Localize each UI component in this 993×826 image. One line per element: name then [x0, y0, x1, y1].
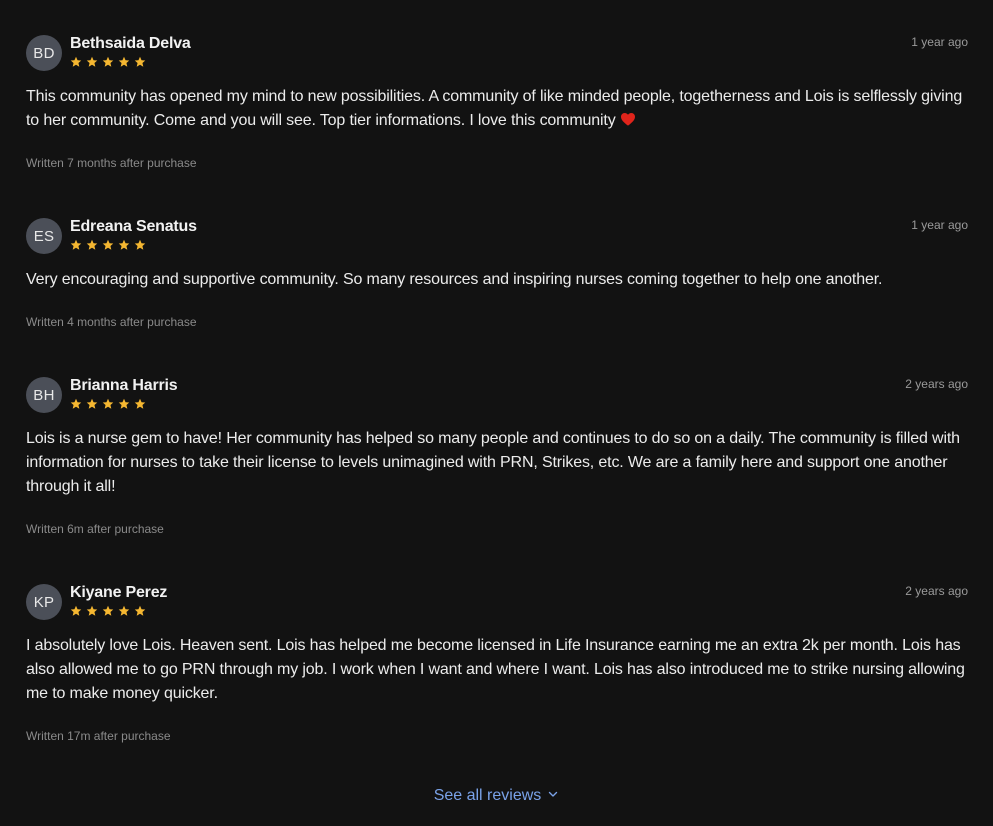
avatar: ES — [26, 218, 62, 254]
avatar: BD — [26, 35, 62, 71]
star-icon — [102, 398, 114, 409]
avatar: BH — [26, 377, 62, 413]
review-header: BD Bethsaida Delva 1 year ago — [26, 35, 968, 75]
reviews-list: BD Bethsaida Delva 1 year ago This commu… — [0, 0, 993, 826]
review-time: 1 year ago — [911, 35, 968, 49]
review-text: I absolutely love Lois. Heaven sent. Loi… — [26, 637, 965, 702]
star-icon — [118, 605, 130, 616]
star-icon — [86, 239, 98, 250]
review-card: ES Edreana Senatus 1 year ago Very encou… — [26, 218, 968, 329]
star-icon — [134, 56, 146, 67]
chevron-down-icon — [549, 791, 558, 797]
see-all-reviews-button[interactable]: See all reviews — [0, 787, 993, 805]
review-text: Very encouraging and supportive communit… — [26, 271, 883, 288]
reviewer-name: Brianna Harris — [70, 377, 178, 394]
written-after-purchase: Written 6m after purchase — [26, 522, 164, 536]
review-text-container: This community has opened my mind to new… — [26, 85, 968, 133]
star-icon — [118, 398, 130, 409]
star-icon — [134, 605, 146, 616]
review-time: 2 years ago — [905, 377, 968, 391]
star-icon — [70, 239, 82, 250]
review-header: KP Kiyane Perez 2 years ago — [26, 584, 968, 624]
review-text: This community has opened my mind to new… — [26, 88, 963, 129]
review-header: ES Edreana Senatus 1 year ago — [26, 218, 968, 258]
reviewer-name: Edreana Senatus — [70, 218, 197, 235]
star-rating — [70, 56, 146, 68]
review-header: BH Brianna Harris 2 years ago — [26, 377, 968, 417]
star-rating — [70, 239, 146, 251]
star-rating — [70, 398, 146, 410]
star-icon — [86, 398, 98, 409]
reviewer-name: Bethsaida Delva — [70, 35, 191, 52]
star-icon — [70, 398, 82, 409]
star-icon — [118, 239, 130, 250]
star-icon — [70, 56, 82, 67]
see-all-reviews-label: See all reviews — [433, 787, 542, 804]
review-text: Lois is a nurse gem to have! Her communi… — [26, 430, 960, 495]
reviewer-name: Kiyane Perez — [70, 584, 168, 601]
star-icon — [102, 605, 114, 616]
review-card: KP Kiyane Perez 2 years ago I absolutely… — [26, 584, 968, 743]
star-icon — [134, 239, 146, 250]
star-rating — [70, 605, 146, 617]
heart-icon — [620, 112, 635, 126]
star-icon — [102, 239, 114, 250]
written-after-purchase: Written 4 months after purchase — [26, 315, 197, 329]
written-after-purchase: Written 17m after purchase — [26, 729, 171, 743]
star-icon — [86, 605, 98, 616]
star-icon — [134, 398, 146, 409]
star-icon — [86, 56, 98, 67]
written-after-purchase: Written 7 months after purchase — [26, 156, 197, 170]
review-card: BH Brianna Harris 2 years ago Lois is a … — [26, 377, 968, 536]
avatar: KP — [26, 584, 62, 620]
review-card: BD Bethsaida Delva 1 year ago This commu… — [26, 35, 968, 170]
review-time: 1 year ago — [911, 218, 968, 232]
review-time: 2 years ago — [905, 584, 968, 598]
star-icon — [70, 605, 82, 616]
star-icon — [102, 56, 114, 67]
star-icon — [118, 56, 130, 67]
